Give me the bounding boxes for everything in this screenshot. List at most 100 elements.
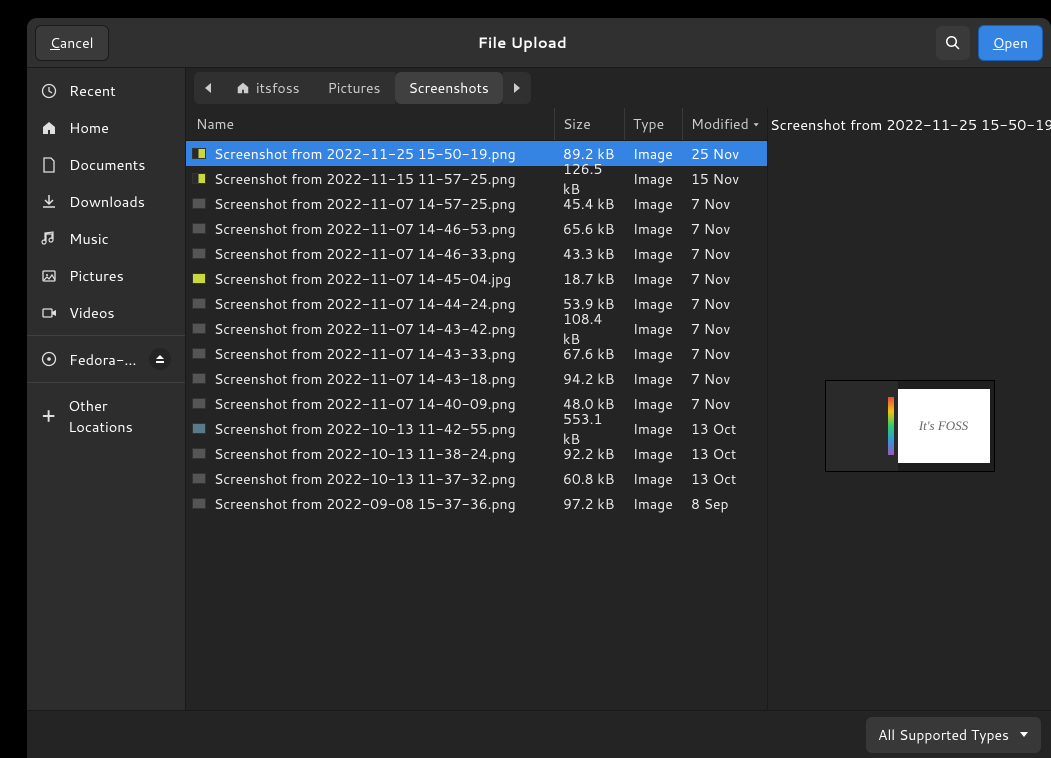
file-row[interactable]: Screenshot from 2022-11-07 14-46-53.png6… [186,216,767,241]
download-icon [41,194,57,210]
file-modified: 7 Nov [683,269,767,289]
sidebar-item-documents[interactable]: Documents [27,146,185,183]
file-type: Image [625,269,683,289]
sort-desc-icon [753,120,759,129]
sidebar-item-label: Other Locations [68,395,171,437]
footer: All Supported Types [27,710,1051,758]
file-size: 43.3 kB [555,244,625,264]
content: Name Size Type Modified Screenshot from … [186,108,1051,710]
file-size: 45.4 kB [555,194,625,214]
file-row[interactable]: Screenshot from 2022-11-07 14-43-42.png1… [186,316,767,341]
home-icon [236,81,250,95]
triangle-right-icon [513,83,521,93]
dialog-title: File Upload [109,32,936,53]
file-size: 65.6 kB [555,219,625,239]
file-type: Image [625,419,683,439]
file-modified: 7 Nov [683,294,767,314]
file-row[interactable]: Screenshot from 2022-11-15 11-57-25.png 1… [186,166,767,191]
file-row[interactable]: Screenshot from 2022-09-08 15-37-36.png9… [186,491,767,516]
file-row[interactable]: Screenshot from 2022-11-25 15-50-19.png8… [186,141,767,166]
titlebar: Cancel File Upload Open [27,18,1051,68]
file-name: Screenshot from 2022-11-07 14-46-53.png [214,219,555,239]
file-thumbnail-icon [192,423,206,434]
cancel-button[interactable]: Cancel [35,25,109,61]
file-modified: 7 Nov [683,244,767,264]
header-name[interactable]: Name [186,108,555,140]
sidebar-item-other-locations[interactable]: Other Locations [27,382,185,445]
file-modified: 7 Nov [683,194,767,214]
file-row[interactable]: Screenshot from 2022-10-13 11-38-24.png9… [186,441,767,466]
header-type[interactable]: Type [625,108,683,140]
file-type: Image [625,219,683,239]
file-row[interactable]: Screenshot from 2022-11-07 14-43-18.png9… [186,366,767,391]
sidebar-item-music[interactable]: Music [27,220,185,257]
file-name: Screenshot from 2022-10-13 11-38-24.png [214,444,555,464]
file-size: 108.4 kB [555,309,625,349]
file-size: 97.2 kB [555,494,625,514]
file-name: Screenshot from 2022-11-07 14-44-24.png [214,294,555,314]
file-modified: 25 Nov [683,144,767,164]
file-modified: 8 Sep [683,494,767,514]
column-headers: Name Size Type Modified [186,108,767,141]
file-type: Image [625,244,683,264]
music-icon [41,231,57,247]
file-row[interactable]: Screenshot from 2022-11-07 14-45-04.jpg1… [186,266,767,291]
file-name: Screenshot from 2022-10-13 11-37-32.png [214,469,555,489]
file-row[interactable]: Screenshot from 2022-10-13 11-42-55.png5… [186,416,767,441]
sidebar-item-downloads[interactable]: Downloads [27,183,185,220]
file-size: 94.2 kB [555,369,625,389]
preview-filename: Screenshot from 2022-11-25 15-50-19.png [768,108,1051,141]
file-row[interactable]: Screenshot from 2022-11-07 14-46-33.png4… [186,241,767,266]
file-name: Screenshot from 2022-11-07 14-46-33.png [214,244,555,264]
file-modified: 7 Nov [683,394,767,414]
path-forward-button[interactable] [503,72,531,104]
file-modified: 7 Nov [683,344,767,364]
file-modified: 15 Nov [683,169,767,189]
search-button[interactable] [936,26,970,60]
open-button[interactable]: Open [978,25,1043,61]
file-row[interactable]: Screenshot from 2022-11-07 14-44-24.png5… [186,291,767,316]
file-name: Screenshot from 2022-11-15 11-57-25.png [214,169,555,189]
sidebar-item-videos[interactable]: Videos [27,294,185,331]
file-rows[interactable]: Screenshot from 2022-11-25 15-50-19.png8… [186,141,767,710]
filetype-filter[interactable]: All Supported Types [866,717,1041,753]
preview-image-wrap: It's FOSS [768,141,1051,710]
file-name: Screenshot from 2022-10-13 11-42-55.png [214,419,555,439]
file-size: 60.8 kB [555,469,625,489]
file-thumbnail-icon [192,448,206,459]
file-row[interactable]: Screenshot from 2022-11-07 14-43-33.png6… [186,341,767,366]
file-thumbnail-icon [192,323,206,334]
sidebar-item-device[interactable]: Fedora-… [27,335,185,378]
file-modified: 7 Nov [683,369,767,389]
path-segment-screenshots[interactable]: Screenshots [395,72,503,104]
sidebar-item-label: Videos [69,302,115,323]
file-modified: 13 Oct [683,469,767,489]
sidebar-item-recent[interactable]: Recent [27,72,185,109]
file-type: Image [625,319,683,339]
file-row[interactable]: Screenshot from 2022-11-07 14-57-25.png4… [186,191,767,216]
triangle-left-icon [204,83,212,93]
preview-thumbnail: It's FOSS [825,380,995,472]
file-name: Screenshot from 2022-11-07 14-43-33.png [214,344,555,364]
sidebar-item-pictures[interactable]: Pictures [27,257,185,294]
plus-icon [41,408,56,424]
file-row[interactable]: Screenshot from 2022-11-07 14-40-09.png4… [186,391,767,416]
path-segment-home[interactable]: itsfoss [222,72,314,104]
file-type: Image [625,294,683,314]
file-type: Image [625,444,683,464]
header-modified[interactable]: Modified [683,108,767,140]
path-segment-pictures[interactable]: Pictures [314,72,395,104]
file-thumbnail-icon [192,473,206,484]
sidebar-item-label: Downloads [69,191,145,212]
sidebar-item-label: Recent [69,80,116,101]
eject-button[interactable] [149,348,171,370]
file-type: Image [625,369,683,389]
header-size[interactable]: Size [555,108,625,140]
home-icon [41,120,57,136]
path-back-button[interactable] [194,72,222,104]
file-row[interactable]: Screenshot from 2022-10-13 11-37-32.png6… [186,466,767,491]
sidebar-item-home[interactable]: Home [27,109,185,146]
file-thumbnail-icon [192,373,206,384]
file-thumbnail-icon [192,273,206,284]
file-thumbnail-icon [192,248,206,259]
